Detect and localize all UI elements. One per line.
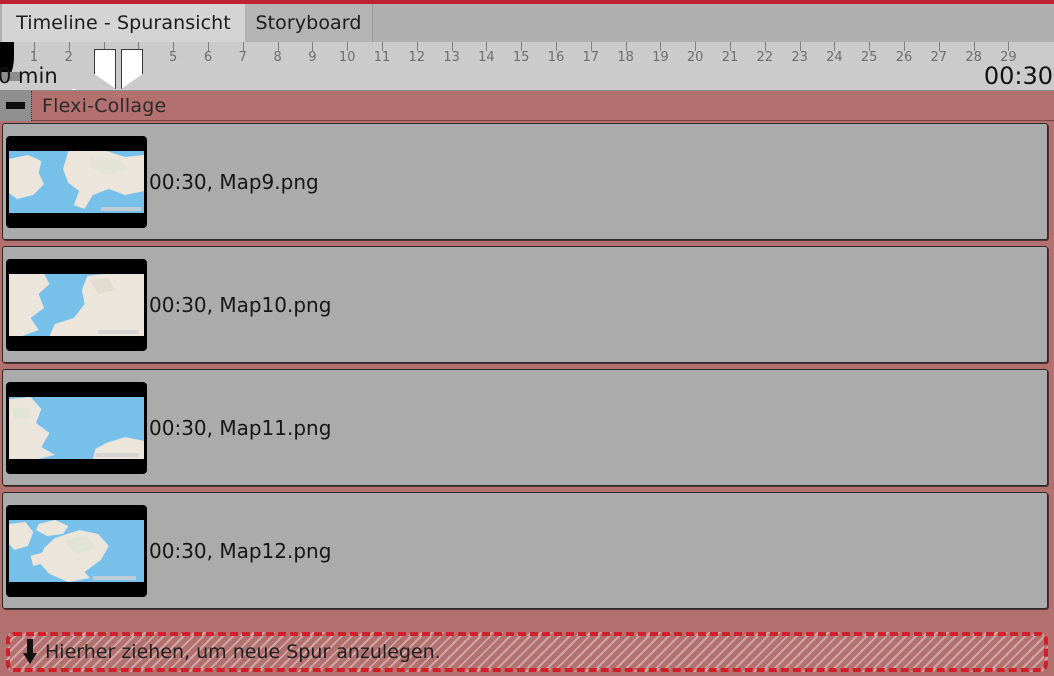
ruler-tick-label: 5 bbox=[169, 50, 178, 65]
new-track-dropzone[interactable]: Hierher ziehen, um neue Spur anzulegen. bbox=[0, 628, 1054, 676]
track-group-header[interactable]: Flexi-Collage bbox=[0, 90, 1054, 121]
clip-thumbnail bbox=[6, 381, 147, 474]
timeline-clip[interactable]: 00:30, Map9.png bbox=[2, 123, 1048, 240]
new-track-dropzone-inner[interactable]: Hierher ziehen, um neue Spur anzulegen. bbox=[6, 632, 1048, 672]
collapse-minus-button[interactable] bbox=[0, 90, 32, 121]
ruler-tick-label: 13 bbox=[443, 50, 460, 65]
down-arrow-icon bbox=[23, 639, 37, 664]
ruler-end-time: 00:30 bbox=[983, 62, 1053, 90]
ruler-tick-label: 28 bbox=[965, 50, 982, 65]
ruler-tick-label: 9 bbox=[308, 50, 317, 65]
marker-out-icon[interactable] bbox=[121, 49, 143, 89]
clip-label: 00:30, Map11.png bbox=[149, 415, 332, 440]
ruler-tick-label: 12 bbox=[408, 50, 426, 65]
ruler-tick-label: 26 bbox=[895, 50, 913, 65]
clip-label: 00:30, Map12.png bbox=[149, 538, 332, 563]
ruler-tick-label: 25 bbox=[860, 50, 878, 65]
ruler-tick-label: 18 bbox=[617, 50, 634, 65]
clip-label: 00:30, Map10.png bbox=[149, 292, 332, 317]
ruler-tick-label: 8 bbox=[273, 50, 282, 65]
ruler-tick-label: 10 bbox=[338, 50, 356, 65]
clip-thumbnail bbox=[6, 258, 147, 351]
ruler-tick-label: 2 bbox=[64, 50, 73, 65]
new-track-dropzone-label: Hierher ziehen, um neue Spur anzulegen. bbox=[45, 641, 441, 663]
ruler-tick-label: 15 bbox=[512, 50, 530, 65]
ruler-tick-label: 22 bbox=[756, 50, 774, 65]
track-row: 00:30, Map9.png bbox=[0, 121, 1054, 244]
ruler-tick-label: 6 bbox=[203, 50, 213, 65]
ruler-tick-label: 27 bbox=[930, 50, 948, 65]
ruler-tick-label: 14 bbox=[478, 50, 495, 65]
tab-storyboard[interactable]: Storyboard bbox=[245, 4, 373, 42]
ruler-tick-label: 20 bbox=[686, 50, 704, 65]
timeline-clip[interactable]: 00:30, Map12.png bbox=[2, 492, 1048, 609]
track-row: 00:30, Map10.png bbox=[0, 244, 1054, 367]
ruler-tick-label: 7 bbox=[238, 50, 247, 65]
tab-bar: Timeline - Spuransicht Storyboard bbox=[0, 4, 1054, 42]
ruler-tick-label: 11 bbox=[373, 50, 391, 65]
track-group-title: Flexi-Collage bbox=[42, 94, 167, 117]
marker-in-icon[interactable] bbox=[94, 49, 116, 89]
tab-timeline-label: Timeline - Spuransicht bbox=[16, 12, 231, 34]
ruler-tick-label: 16 bbox=[547, 50, 565, 65]
track-area: Flexi-Collage 00:30, Map9.png 00:30, Map… bbox=[0, 90, 1054, 676]
ruler-tick-label: 24 bbox=[826, 50, 843, 65]
ruler-tick-label: 17 bbox=[582, 50, 600, 65]
tab-timeline[interactable]: Timeline - Spuransicht bbox=[2, 4, 245, 42]
clip-thumbnail bbox=[6, 135, 147, 228]
track-row: 00:30, Map12.png bbox=[0, 490, 1054, 613]
ruler-tick-label: 21 bbox=[721, 50, 739, 65]
ruler-tick-label: 19 bbox=[652, 50, 669, 65]
timeline-clip[interactable]: 00:30, Map11.png bbox=[2, 369, 1048, 486]
ruler-tick-label: 1 bbox=[29, 50, 39, 65]
track-row: 00:30, Map11.png bbox=[0, 367, 1054, 490]
timeline-ruler[interactable]: 1234567891011121314151617181920212223242… bbox=[0, 42, 1054, 91]
collapse-minus-icon bbox=[6, 102, 25, 109]
ruler-tick-label: 23 bbox=[791, 50, 808, 65]
timeline-clip[interactable]: 00:30, Map10.png bbox=[2, 246, 1048, 363]
clip-label: 00:30, Map9.png bbox=[149, 169, 319, 194]
track-list: 00:30, Map9.png 00:30, Map10.png 00:30, … bbox=[0, 121, 1054, 676]
tab-storyboard-label: Storyboard bbox=[255, 12, 362, 34]
ruler-unit-label: 0 min bbox=[0, 64, 58, 88]
clip-thumbnail bbox=[6, 504, 147, 597]
